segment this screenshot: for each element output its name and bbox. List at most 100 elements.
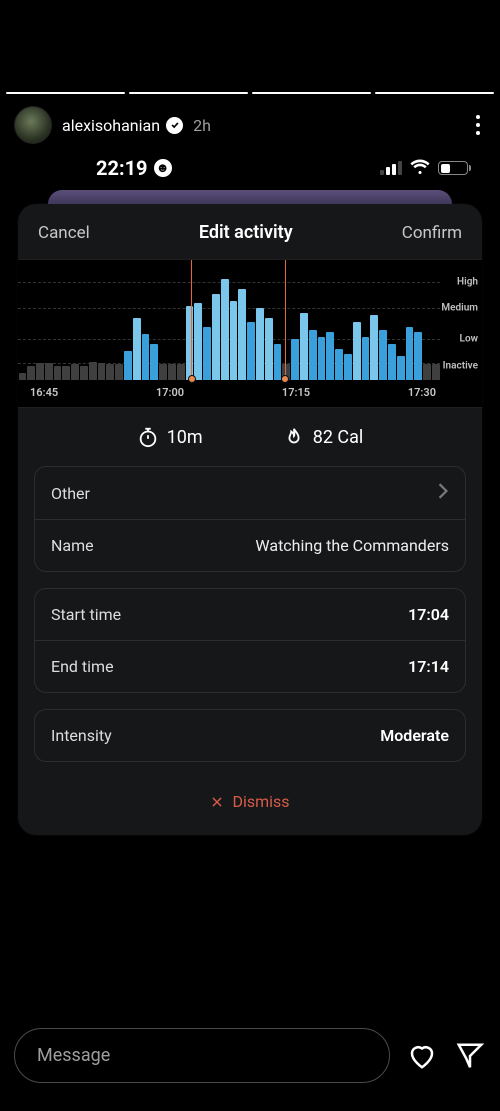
device-status-bar: 22:19 ☻: [0, 150, 500, 190]
intensity-row[interactable]: Intensity Moderate: [35, 710, 465, 761]
x-tick: 17:15: [282, 386, 310, 399]
verified-badge-icon: [166, 117, 183, 134]
activity-chart: High Medium Low Inactive 16:45 17:00 17:15…: [18, 259, 482, 408]
message-input[interactable]: Message: [14, 1028, 390, 1083]
chart-bar: [168, 364, 176, 380]
panel-title: Edit activity: [199, 222, 293, 243]
chart-bar: [142, 334, 150, 380]
chart-bar: [54, 366, 62, 380]
avatar[interactable]: [14, 106, 52, 144]
chart-bar: [291, 339, 299, 380]
story-header: alexisohanian 2h: [0, 106, 500, 150]
chart-bar: [19, 373, 27, 380]
share-button[interactable]: [454, 1040, 486, 1072]
duration-metric: 10m: [137, 426, 203, 448]
selection-handle-start[interactable]: [188, 375, 196, 383]
end-time-value: 17:14: [408, 657, 449, 676]
confirm-button[interactable]: Confirm: [402, 223, 462, 243]
story-progress: [0, 92, 500, 94]
dismiss-button[interactable]: Dismiss: [18, 778, 482, 811]
cancel-button[interactable]: Cancel: [38, 223, 90, 243]
device-time: 22:19: [96, 156, 148, 180]
send-icon: [455, 1041, 485, 1071]
chart-bar: [406, 327, 414, 380]
chart-bar: [133, 318, 141, 380]
chart-bar: [159, 364, 167, 380]
x-tick: 16:45: [30, 386, 58, 399]
chart-bar: [370, 315, 378, 380]
chart-bar: [36, 363, 44, 380]
smiley-icon: ☻: [154, 159, 172, 177]
more-options-icon[interactable]: [470, 109, 486, 141]
story-footer: Message: [0, 1014, 500, 1111]
progress-segment: [6, 92, 125, 94]
chart-bar: [318, 337, 326, 380]
background-card-peek: [48, 190, 452, 204]
chart-bar: [27, 366, 35, 380]
chart-bar: [150, 344, 158, 380]
selection-handle-end[interactable]: [281, 375, 289, 383]
name-row[interactable]: Name Watching the Commanders: [35, 519, 465, 571]
chart-bar: [379, 330, 387, 380]
ylabel-inactive: Inactive: [443, 360, 478, 371]
chart-bar: [309, 330, 317, 380]
ylabel-high: High: [457, 276, 478, 287]
start-time-row[interactable]: Start time 17:04: [35, 589, 465, 640]
calories-metric: 82 Cal: [283, 426, 364, 448]
chevron-right-icon: [437, 483, 449, 503]
ylabel-medium: Medium: [441, 303, 478, 314]
chart-bar: [423, 364, 431, 380]
start-time-label: Start time: [51, 605, 121, 624]
username[interactable]: alexisohanian: [62, 116, 160, 135]
start-time-value: 17:04: [408, 605, 449, 624]
chart-area[interactable]: High Medium Low Inactive: [18, 260, 482, 380]
time-group: Start time 17:04 End time 17:14: [34, 588, 466, 693]
chart-bar: [432, 364, 440, 380]
progress-segment: [129, 92, 248, 94]
selection-region[interactable]: [191, 260, 286, 380]
heart-icon: [407, 1041, 437, 1071]
intensity-value: Moderate: [380, 726, 449, 745]
dismiss-label: Dismiss: [232, 792, 289, 811]
duration-value: 10m: [167, 427, 203, 448]
ylabel-low: Low: [460, 334, 478, 345]
x-tick: 17:30: [408, 386, 436, 399]
chart-bar: [388, 344, 396, 380]
category-label: Other: [51, 484, 90, 503]
chart-bar: [98, 363, 106, 380]
chart-bar: [353, 322, 361, 380]
chart-bar: [89, 362, 97, 380]
progress-segment: [252, 92, 371, 94]
chart-bar: [45, 363, 53, 380]
chart-bar: [300, 313, 308, 380]
close-icon: [210, 795, 224, 809]
battery-icon: [438, 161, 468, 175]
chart-bar: [106, 364, 114, 380]
progress-segment: [375, 92, 494, 94]
x-axis: 16:45 17:00 17:15 17:30: [18, 380, 482, 407]
calories-value: 82 Cal: [313, 427, 364, 448]
top-spacer: [0, 0, 500, 92]
end-time-row[interactable]: End time 17:14: [35, 640, 465, 692]
chart-bar: [115, 364, 123, 380]
x-tick: 17:00: [156, 386, 184, 399]
chart-bar: [71, 364, 79, 380]
chart-bar: [62, 366, 70, 380]
name-value: Watching the Commanders: [255, 536, 449, 555]
chart-bar: [80, 366, 88, 380]
chart-bar: [326, 332, 334, 380]
panel-header: Cancel Edit activity Confirm: [18, 204, 482, 259]
name-label: Name: [51, 536, 94, 555]
story-viewport: alexisohanian 2h 22:19 ☻ Cancel Edit act…: [0, 0, 500, 1111]
category-row[interactable]: Other: [35, 467, 465, 519]
intensity-group: Intensity Moderate: [34, 709, 466, 762]
flame-icon: [283, 426, 305, 448]
time-ago: 2h: [193, 116, 211, 135]
stopwatch-icon: [137, 426, 159, 448]
edit-activity-panel: Cancel Edit activity Confirm High Medium…: [18, 204, 482, 835]
chart-bar: [362, 337, 370, 380]
like-button[interactable]: [406, 1040, 438, 1072]
cell-signal-icon: [380, 161, 402, 175]
chart-bar: [177, 364, 185, 380]
activity-summary: 10m 82 Cal: [18, 408, 482, 466]
